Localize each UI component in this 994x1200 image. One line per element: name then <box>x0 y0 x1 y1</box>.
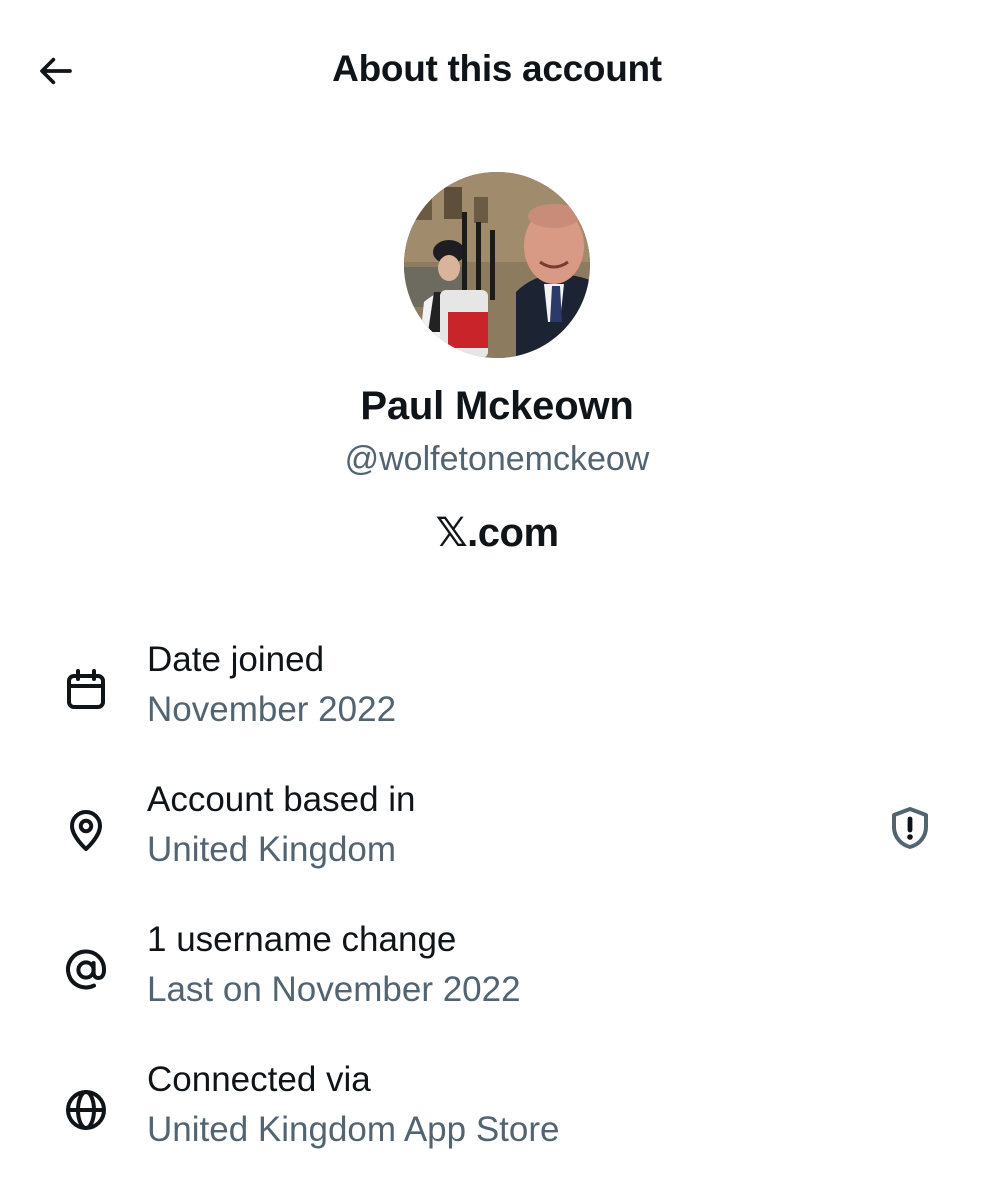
location-pin-icon <box>58 802 114 858</box>
detail-value: United Kingdom App Store <box>147 1110 560 1149</box>
at-sign-icon <box>58 942 114 998</box>
shield-alert-icon <box>892 807 928 849</box>
site-label: 𝕏.com <box>435 511 559 555</box>
calendar-icon <box>58 662 114 718</box>
detail-row-date-joined: Date joined November 2022 <box>0 640 994 750</box>
display-name: Paul Mckeown <box>360 384 634 428</box>
detail-label: Account based in <box>147 780 416 819</box>
detail-value: United Kingdom <box>147 830 397 869</box>
top-bar: About this account <box>0 0 994 140</box>
detail-row-account-based-in: Account based in United Kingdom <box>0 780 994 890</box>
detail-value: Last on November 2022 <box>147 970 521 1009</box>
detail-label: 1 username change <box>147 920 457 959</box>
page-title: About this account <box>332 48 662 89</box>
location-accuracy-button[interactable] <box>880 798 940 858</box>
profile-photo <box>404 172 590 358</box>
detail-row-username-change: 1 username change Last on November 2022 <box>0 920 994 1030</box>
detail-value: November 2022 <box>147 690 397 729</box>
globe-icon <box>58 1082 114 1138</box>
detail-label: Date joined <box>147 640 325 679</box>
detail-row-connected-via: Connected via United Kingdom App Store <box>0 1060 994 1170</box>
username-handle: @wolfetonemckeow <box>344 440 650 478</box>
avatar[interactable] <box>404 172 590 358</box>
detail-label: Connected via <box>147 1060 371 1099</box>
